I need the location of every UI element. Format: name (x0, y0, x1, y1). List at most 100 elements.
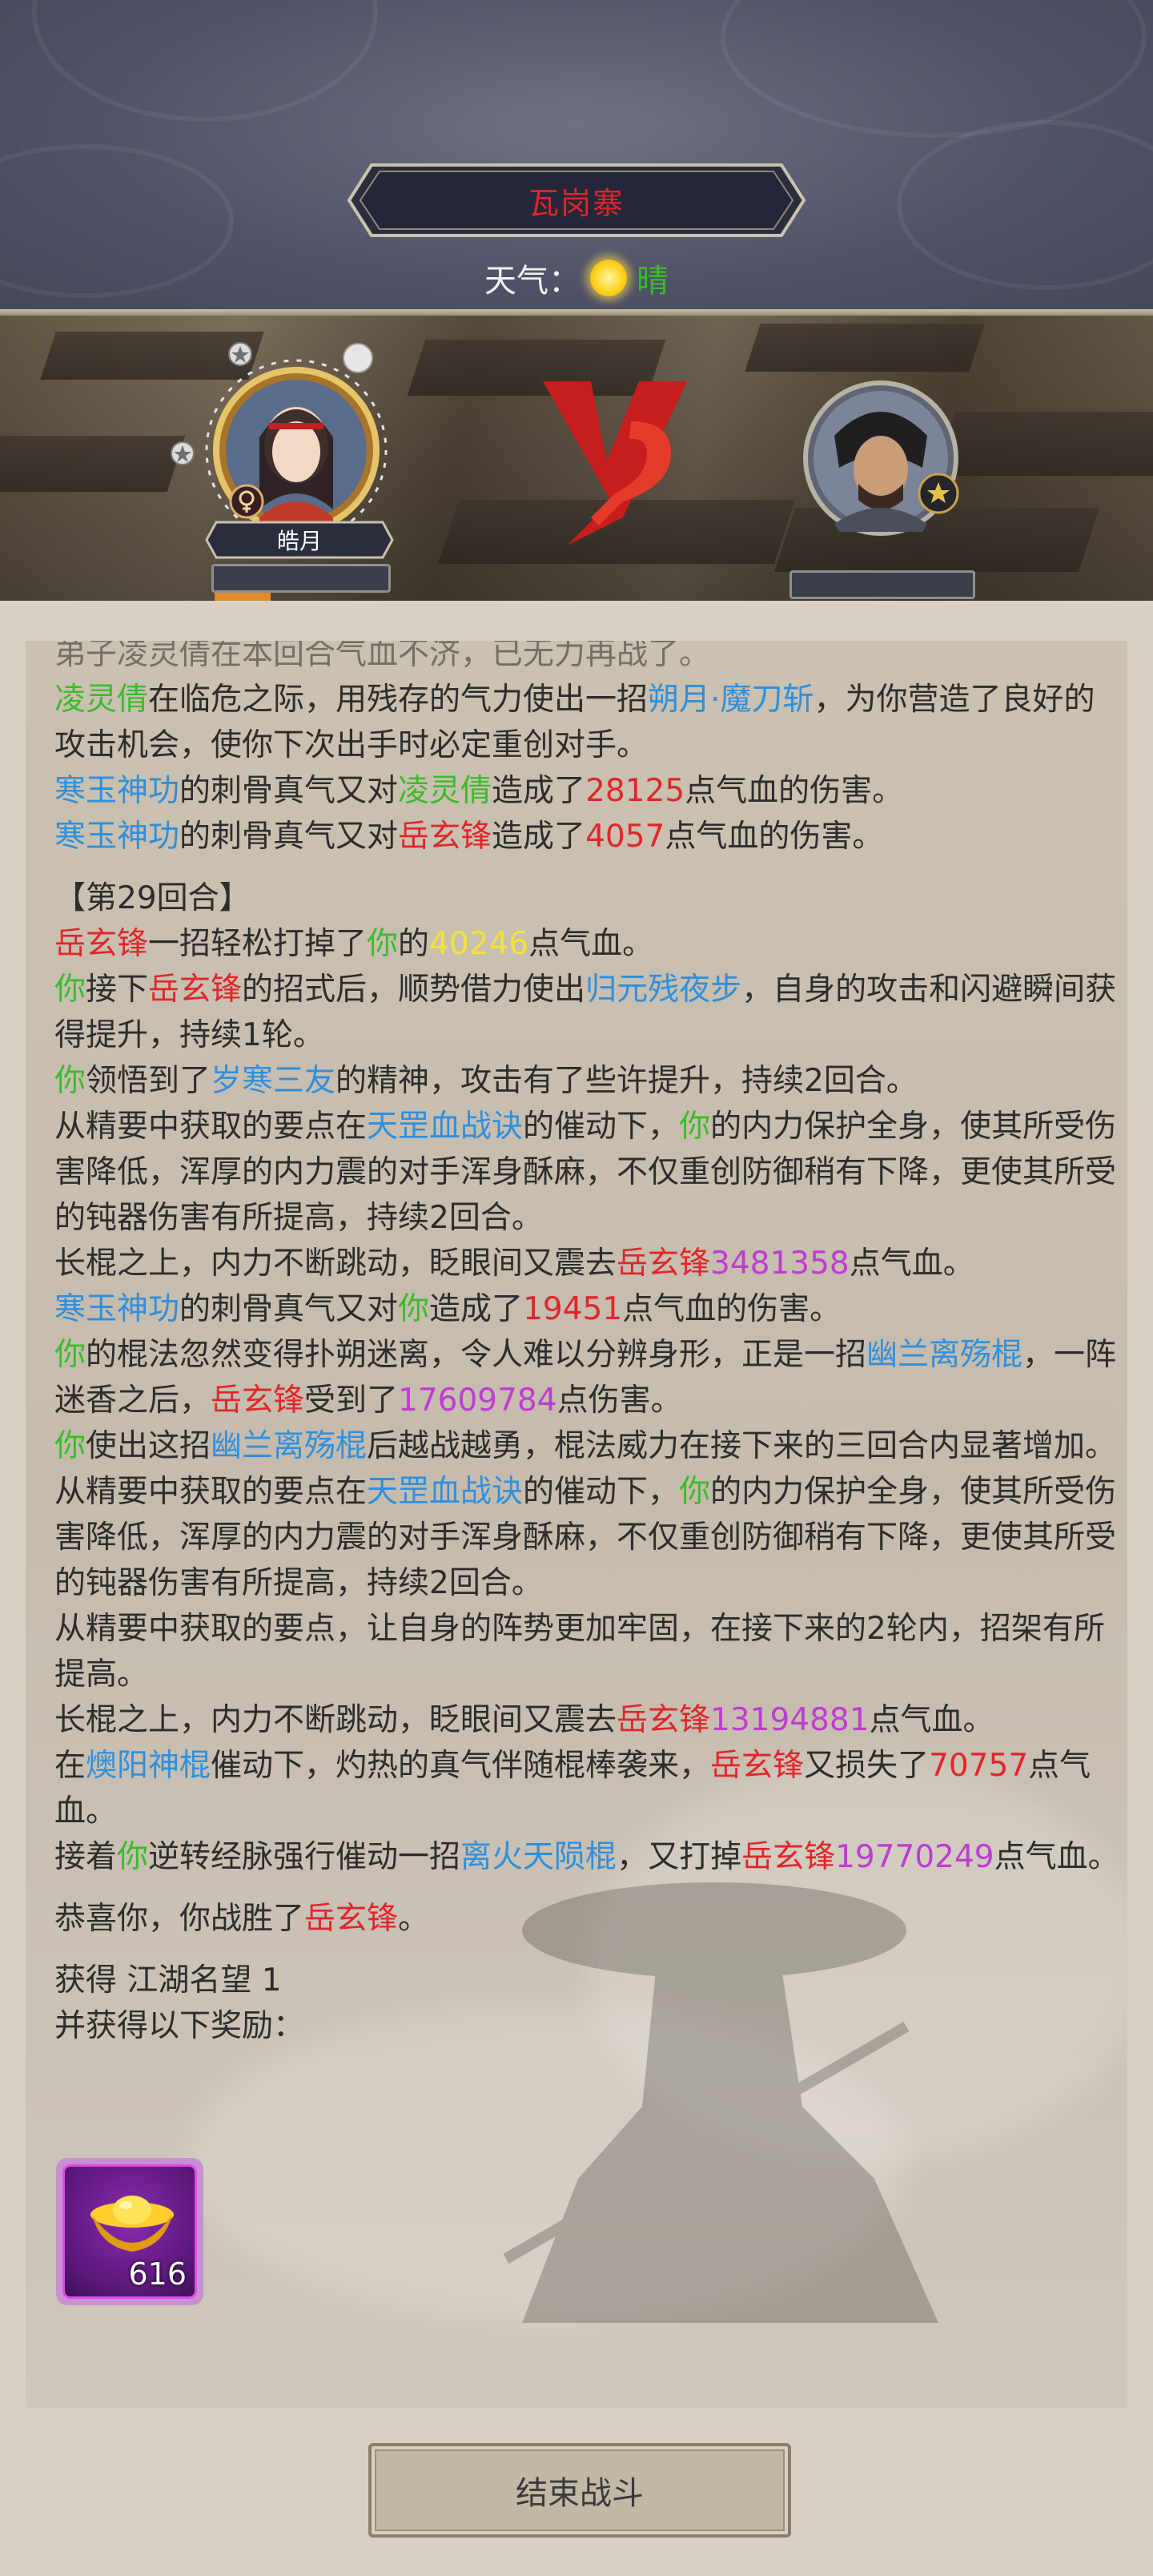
log-line: 凌灵倩在临危之际，用残存的气力使出一招朔月·魔刀斩，为你营造了良好的攻击机会，使… (54, 677, 1119, 768)
damage-number: 13194881 (710, 1702, 870, 1738)
enemy-name: 岳玄锋 (211, 1383, 305, 1419)
log-line: 弟子凌灵倩在本回合气血不济，已无力再战了。 (54, 641, 1119, 677)
skill-name: 幽兰离殇棍 (866, 1337, 1023, 1373)
log-text: 的催动下， (523, 1109, 680, 1145)
cloud-decoration (721, 0, 1147, 138)
log-text: 点气血的伤害。 (622, 1291, 842, 1327)
enemy-name: 岳玄锋 (741, 1839, 836, 1875)
log-text: 接下 (86, 972, 149, 1008)
round-header: 【第29回合】 (54, 880, 251, 916)
enemy-name: 岳玄锋 (398, 819, 492, 855)
log-text: 一招轻松打掉了 (148, 926, 368, 962)
log-text: 点气血的伤害。 (685, 773, 904, 809)
log-text: 点伤害。 (556, 1383, 682, 1419)
log-line: 从精要中获取的要点在天罡血战诀的催动下，你的内力保护全身，使其所受伤害降低，浑厚… (54, 1104, 1119, 1241)
log-text: 的催动下， (523, 1474, 680, 1510)
skill-name: 寒玉神功 (54, 819, 180, 855)
log-line: 你领悟到了岁寒三友的精神，攻击有了些许提升，持续2回合。 (54, 1058, 1119, 1104)
female-icon (229, 484, 264, 519)
weather-row: 天气： 晴 (0, 248, 1153, 308)
you-label: 你 (679, 1474, 711, 1510)
damage-number: 19770249 (835, 1839, 994, 1875)
vs-icon (543, 381, 687, 545)
end-battle-button[interactable]: 结束战斗 (368, 2443, 791, 2538)
log-text: 。 (398, 1901, 430, 1937)
log-text: 点气血。 (849, 1246, 974, 1282)
you-label: 你 (679, 1109, 711, 1145)
roof-decoration (0, 436, 186, 492)
log-line: 你的棍法忽然变得扑朔迷离，令人难以分辨身形，正是一招幽兰离殇棍，一阵迷香之后，岳… (54, 1332, 1119, 1423)
log-text: 又损失了 (804, 1748, 930, 1784)
weather-value: 晴 (637, 263, 669, 300)
skill-name: 归元残夜步 (585, 972, 742, 1008)
damage-number: 70757 (929, 1748, 1029, 1784)
log-line: 寒玉神功的刺骨真气又对凌灵倩造成了28125点气血的伤害。 (54, 768, 1119, 814)
damage-number: 3481358 (710, 1246, 850, 1282)
you-label: 你 (117, 1839, 149, 1875)
you-label: 你 (54, 972, 86, 1008)
ally-name: 凌灵倩 (398, 773, 492, 809)
damage-number: 4057 (585, 819, 665, 855)
enemy-name: 岳玄锋 (304, 1901, 399, 1937)
log-text: 从精要中获取的要点在 (54, 1109, 368, 1145)
you-label: 你 (54, 1428, 86, 1464)
log-line: 在燠阳神棍催动下，灼热的真气伴随棍棒袭来，岳玄锋又损失了70757点气血。 (54, 1743, 1119, 1834)
log-line: 寒玉神功的刺骨真气又对你造成了19451点气血的伤害。 (54, 1286, 1119, 1332)
log-line: 长棍之上，内力不断跳动，眨眼间又震去岳玄锋3481358点气血。 (54, 1241, 1119, 1286)
battle-log-panel[interactable]: 弟子凌灵倩在本回合气血不济，已无力再战了。 凌灵倩在临危之际，用残存的气力使出一… (26, 641, 1127, 2408)
roof-decoration (934, 412, 1153, 476)
skill-name: 燠阳神棍 (86, 1748, 211, 1784)
log-line: 接着你逆转经脉强行催动一招离火天陨棍，又打掉岳玄锋19770249点气血。 (54, 1834, 1119, 1880)
cloud-decoration (32, 0, 378, 122)
damage-number: 40246 (429, 926, 529, 962)
log-line: 寒玉神功的刺骨真气又对岳玄锋造成了4057点气血的伤害。 (54, 814, 1119, 859)
skill-name: 朔月·魔刀斩 (648, 682, 814, 718)
star-icon (171, 441, 195, 465)
log-text: 恭喜你，你战胜了 (54, 1901, 305, 1937)
log-text: 的精神，攻击有了些许提升，持续2回合。 (335, 1063, 918, 1099)
log-text: ，又打掉 (617, 1839, 742, 1875)
damage-number: 17609784 (398, 1383, 557, 1419)
log-text: 的 (398, 926, 430, 962)
log-text: 造成了 (492, 819, 586, 855)
gold-ingot-icon (90, 2196, 174, 2252)
log-text: 点气血。 (869, 1702, 994, 1738)
skill-name: 寒玉神功 (54, 1291, 180, 1327)
log-text: 点气血。 (528, 926, 654, 962)
enemy-name: 岳玄锋 (710, 1748, 805, 1784)
log-text: 的刺骨真气又对 (179, 773, 399, 809)
victory-line: 恭喜你，你战胜了岳玄锋。 (54, 1896, 1119, 1942)
log-text: 的刺骨真气又对 (179, 1291, 399, 1327)
reputation-line: 获得 江湖名望 1 (54, 1962, 282, 1998)
log-text: 催动下，灼热的真气伴随棍棒袭来， (211, 1748, 711, 1784)
log-text: 受到了 (304, 1383, 399, 1419)
skill-name: 岁寒三友 (211, 1063, 336, 1099)
damage-number: 28125 (585, 773, 685, 809)
roof-decoration (745, 324, 985, 372)
you-label: 你 (367, 926, 399, 962)
log-line: 你接下岳玄锋的招式后，顺势借力使出归元残夜步，自身的攻击和闪避瞬间获得提升，持续… (54, 967, 1119, 1058)
log-text: 从精要中获取的要点在 (54, 1474, 368, 1510)
skill-name: 天罡血战诀 (367, 1109, 524, 1145)
log-text: 造成了 (429, 1291, 524, 1327)
log-text: 在临危之际，用残存的气力使出一招 (148, 682, 649, 718)
star-icon (228, 342, 252, 366)
log-text: 的招式后，顺势借力使出 (242, 972, 586, 1008)
skill-name: 天罡血战诀 (367, 1474, 524, 1510)
star-slot-icon (343, 343, 373, 373)
reward-item-frame: 616 (62, 2164, 197, 2299)
log-text: 后越战越勇，棍法威力在接下来的三回合内显著增加。 (367, 1428, 1117, 1464)
reward-item[interactable]: 616 (56, 2158, 203, 2305)
player-hp-bar (211, 564, 391, 593)
log-line: 从精要中获取的要点，让自身的阵势更加牢固，在接下来的2轮内，招架有所提高。 (54, 1611, 1105, 1693)
skill-name: 幽兰离殇棍 (211, 1428, 368, 1464)
reward-count: 616 (128, 2256, 187, 2292)
log-text: 点气血。 (994, 1839, 1119, 1875)
log-line: 你使出这招幽兰离殇棍后越战越勇，棍法威力在接下来的三回合内显著增加。 (54, 1423, 1119, 1469)
enemy-name: 岳玄锋 (54, 926, 149, 962)
location-plate: 瓦岗寨 (347, 163, 806, 237)
log-text: 使出这招 (86, 1428, 211, 1464)
ally-name: 凌灵倩 (54, 682, 149, 718)
log-text: 长棍之上，内力不断跳动，眨眼间又震去 (54, 1702, 617, 1738)
sun-icon (590, 260, 627, 296)
